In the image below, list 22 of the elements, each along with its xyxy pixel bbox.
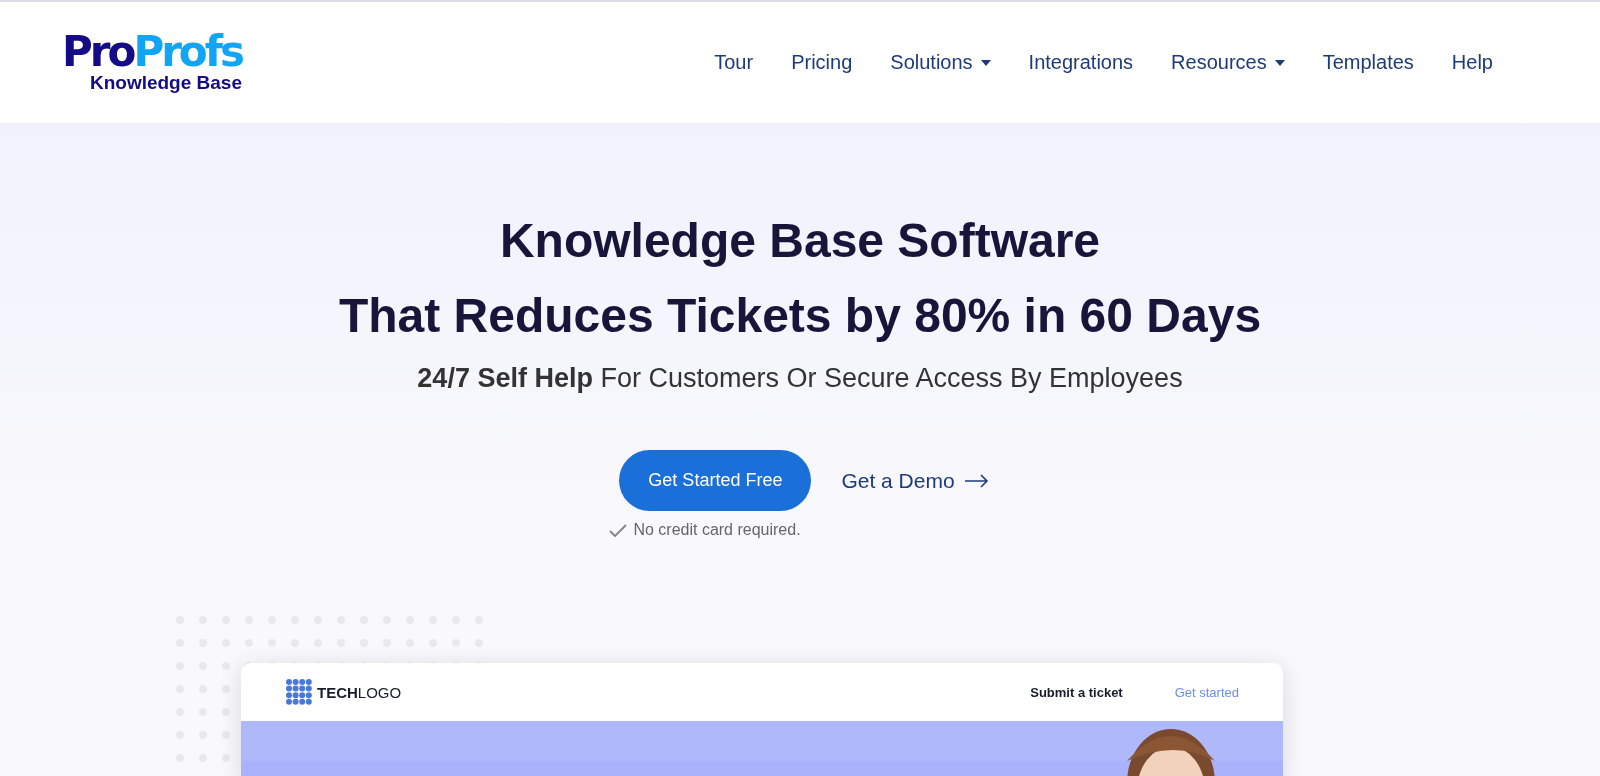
arrow-icon [964, 473, 989, 488]
nav-link[interactable]: Help [1432, 45, 1512, 80]
nav-link[interactable]: Pricing [772, 45, 872, 80]
nav-link[interactable]: Integrations [1009, 45, 1153, 80]
logo-icon [285, 678, 313, 706]
submit-ticket-link[interactable]: Submit a ticket [1030, 684, 1123, 700]
nav-link[interactable]: Tour [695, 45, 773, 80]
product-name: Knowledge Base [89, 73, 242, 94]
headline: Knowledge Base Software [498, 213, 1102, 269]
subtitle: 24/7 Self Help For Customers Or Secure Access By Employees [417, 363, 1183, 394]
get-started-button[interactable]: Get Started Free [619, 450, 812, 511]
caret-icon [1274, 59, 1285, 66]
nav-link[interactable]: Resources [1152, 45, 1304, 80]
caret-icon [980, 59, 991, 66]
check-icon [609, 523, 628, 537]
note-text: No credit card required. [633, 521, 801, 539]
brand-wordmark[interactable]: ProProfs [62, 31, 242, 74]
demo-link[interactable]: Get a Demo [835, 464, 995, 497]
logo-text: TECHLOGO [317, 683, 402, 701]
nav-link[interactable]: Templates [1303, 45, 1433, 80]
nav-link[interactable]: Solutions [871, 45, 1010, 80]
headline: That Reduces Tickets by 80% in 60 Days [338, 288, 1262, 344]
